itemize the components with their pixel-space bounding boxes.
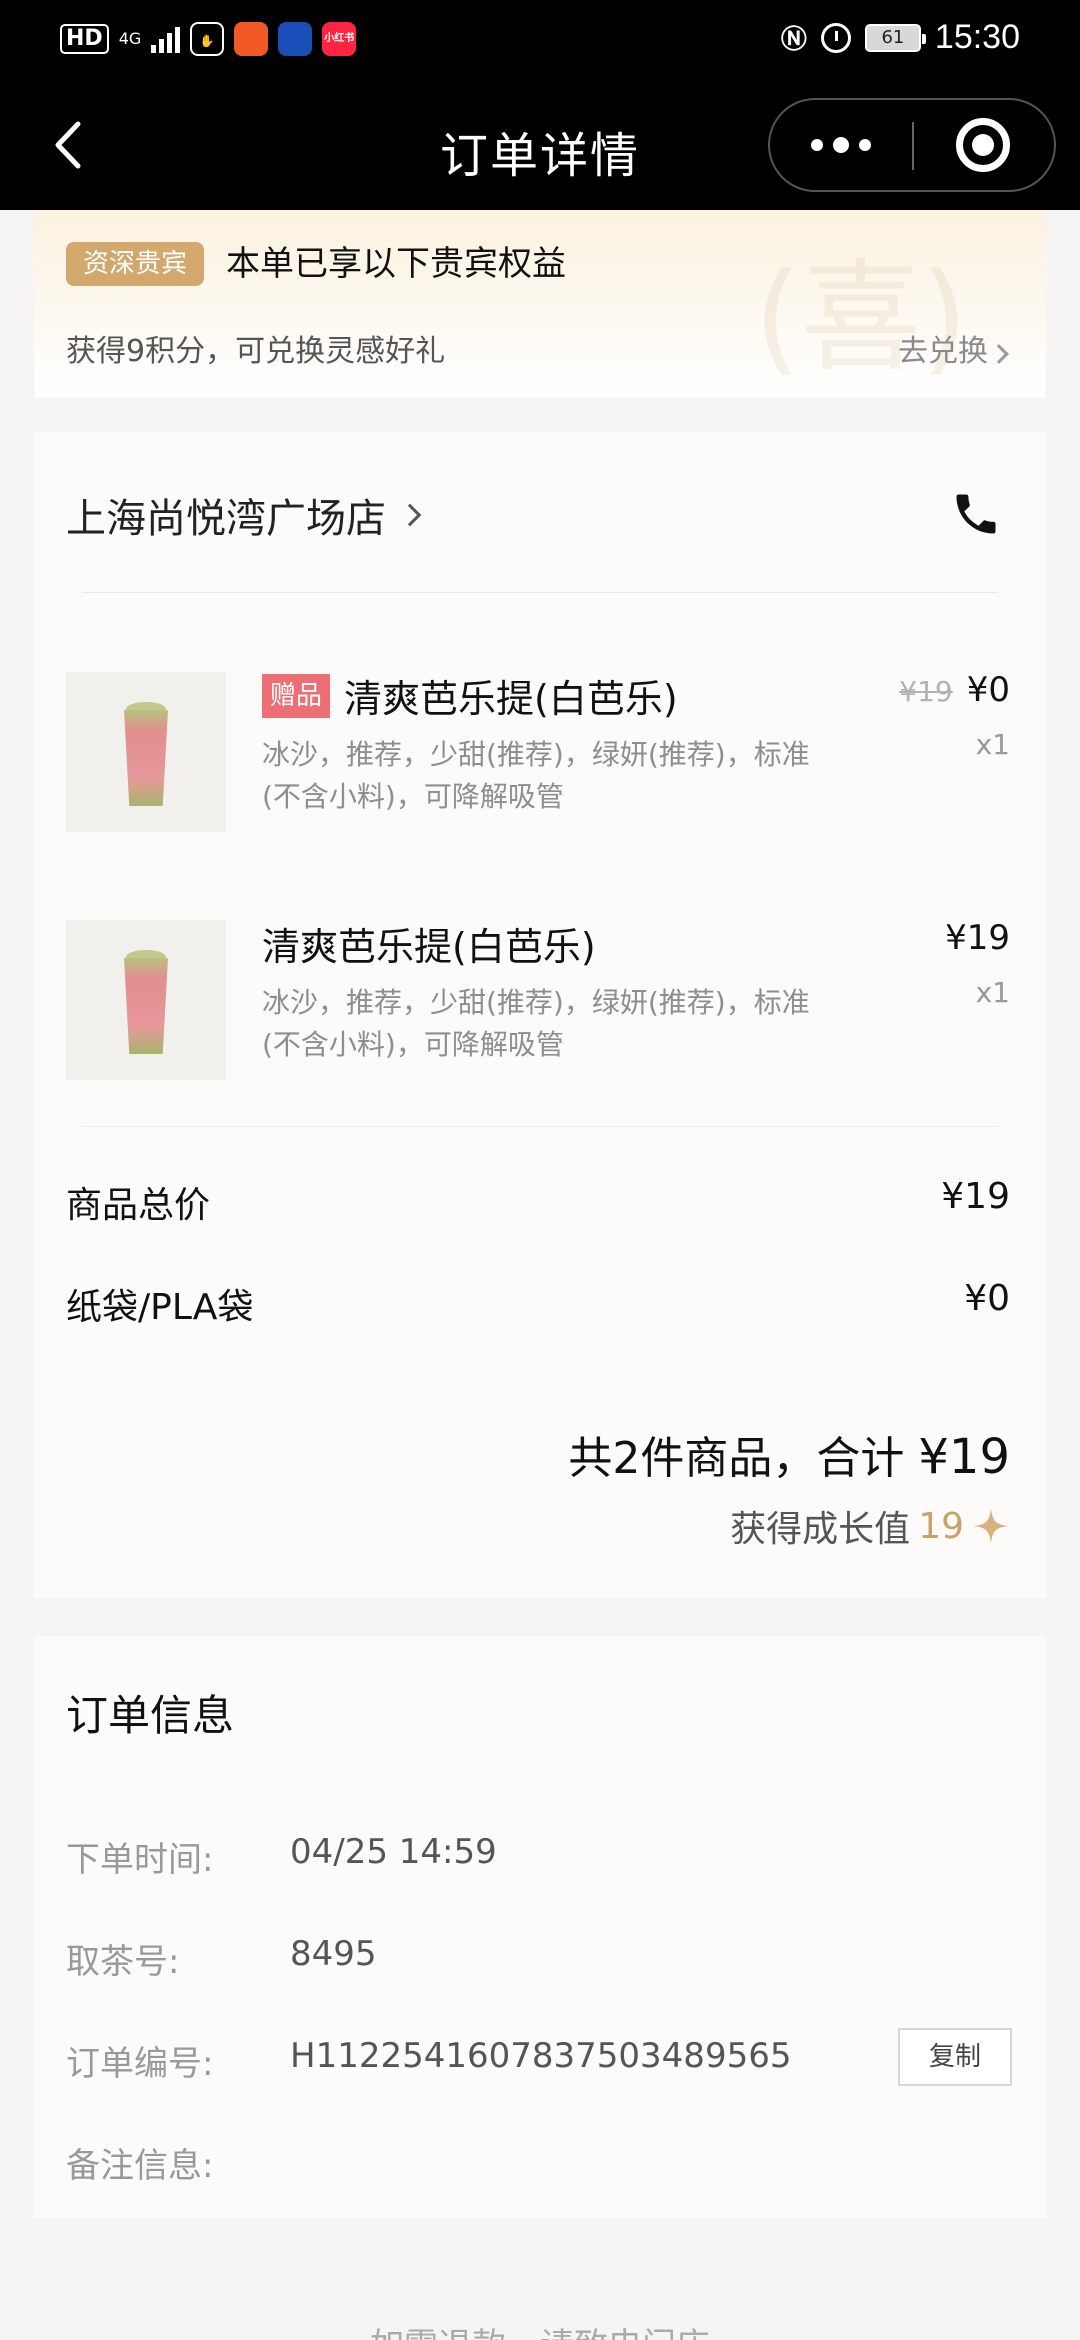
promo-app-icon	[278, 22, 313, 56]
status-left: HD 4G ✋ 小红书	[60, 22, 357, 56]
item-options: 冰沙，推荐，少甜(推荐)，绿妍(推荐)，标准(不含小料)，可降解吸管	[262, 738, 810, 813]
order-id-value: H1122541607837503489565	[290, 2036, 792, 2076]
order-info-card: 订单信息 下单时间: 04/25 14:59 取茶号: 8495 订单编号: H…	[34, 1636, 1046, 2218]
growth-value: 19	[918, 1505, 964, 1547]
item-qty: x1	[975, 976, 1010, 1009]
total-prefix: 共2件商品，合计	[568, 1433, 919, 1484]
network-type: 4G	[118, 29, 142, 48]
xiaohongshu-app-icon: 小红书	[322, 22, 357, 56]
item-title: 清爽芭乐提(白芭乐)	[262, 916, 596, 971]
final-price: ¥19	[945, 918, 1010, 958]
chevron-right-icon	[398, 503, 422, 527]
bag-label: 纸袋/PLA袋	[66, 1287, 254, 1328]
miniprogram-capsule	[768, 98, 1056, 192]
item-qty: x1	[975, 728, 1010, 761]
order-id-label: 订单编号:	[66, 2044, 214, 2084]
growth-points: 获得成长值 19	[730, 1500, 1010, 1552]
remark-label: 备注信息:	[66, 2146, 214, 2186]
subtotal-value: ¥19	[941, 1176, 1010, 1217]
order-time-label: 下单时间:	[66, 1840, 214, 1880]
close-miniprogram-icon[interactable]	[956, 118, 1010, 172]
gift-tag: 赠品	[262, 673, 331, 718]
status-right: Ⓝ 61 15:30	[781, 18, 1020, 57]
item-price: ¥19	[945, 918, 1010, 958]
vip-points-text: 获得9积分，可兑换灵感好礼	[66, 334, 446, 369]
copy-button[interactable]: 复制	[898, 2028, 1012, 2086]
store-name: 上海尚悦湾广场店	[66, 496, 386, 542]
pickup-number-label: 取茶号:	[66, 1942, 180, 1982]
red-app-icon	[234, 22, 269, 56]
clock: 15:30	[934, 18, 1020, 56]
item-options: 冰沙，推荐，少甜(推荐)，绿妍(推荐)，标准(不含小料)，可降解吸管	[262, 986, 810, 1061]
product-image	[66, 920, 226, 1080]
battery-icon: 61	[864, 23, 926, 52]
redeem-link-label: 去兑换	[898, 334, 988, 369]
top-bar: HD 4G ✋ 小红书 Ⓝ 61 15:30 订单详情	[0, 0, 1080, 210]
phone-icon[interactable]	[950, 488, 1002, 540]
pickup-number-row: 取茶号: 8495	[66, 1934, 377, 1983]
divider	[82, 1126, 998, 1127]
status-bar: HD 4G ✋ 小红书 Ⓝ 61 15:30	[0, 0, 1080, 80]
capsule-divider	[912, 122, 914, 170]
order-id-row: 订单编号: H1122541607837503489565	[66, 2036, 791, 2085]
more-icon[interactable]	[770, 100, 912, 190]
total-value: ¥19	[918, 1429, 1010, 1485]
hand-app-icon: ✋	[190, 22, 225, 56]
item-name: 清爽芭乐提(白芭乐)	[262, 925, 596, 969]
order-item: 赠品 清爽芭乐提(白芭乐) 冰沙，推荐，少甜(推荐)，绿妍(推荐)，标准(不含小…	[34, 670, 1046, 842]
order-time-value: 04/25 14:59	[290, 1832, 497, 1872]
item-title: 赠品 清爽芭乐提(白芭乐)	[262, 668, 678, 723]
growth-label: 获得成长值	[730, 1509, 911, 1550]
hd-indicator: HD	[60, 24, 109, 54]
vip-title: 本单已享以下贵宾权益	[226, 244, 566, 284]
item-name: 清爽芭乐提(白芭乐)	[344, 677, 678, 721]
sparkle-icon	[973, 1508, 1009, 1544]
nfc-icon: Ⓝ	[780, 25, 807, 55]
vip-benefit-card: (喜) 资深贵宾 本单已享以下贵宾权益 获得9积分，可兑换灵感好礼 去兑换	[34, 210, 1046, 398]
subtotal-label: 商品总价	[66, 1185, 211, 1226]
refund-hint: 如需退款，请致电门店	[0, 2318, 1080, 2340]
order-total: 共2件商品，合计 ¥19	[568, 1422, 1010, 1486]
store-link[interactable]: 上海尚悦湾广场店	[66, 486, 422, 544]
divider	[82, 592, 998, 593]
pickup-number-value: 8495	[290, 1934, 377, 1974]
remark-row: 备注信息:	[66, 2138, 290, 2187]
product-image	[66, 672, 226, 832]
alarm-icon	[820, 22, 851, 53]
bag-row: 纸袋/PLA袋 ¥0	[66, 1278, 1010, 1330]
nav-bar: 订单详情	[0, 80, 1080, 210]
final-price: ¥0	[966, 670, 1010, 710]
redeem-link[interactable]: 去兑换	[898, 326, 1009, 370]
signal-icon	[151, 25, 181, 53]
chevron-right-icon	[989, 344, 1009, 364]
original-price: ¥19	[899, 675, 953, 708]
order-time-row: 下单时间: 04/25 14:59	[66, 1832, 497, 1881]
subtotal-row: 商品总价 ¥19	[66, 1176, 1010, 1228]
bag-value: ¥0	[964, 1278, 1010, 1319]
vip-badge: 资深贵宾	[66, 242, 204, 286]
order-info-title: 订单信息	[66, 1691, 235, 1740]
store-order-card: 上海尚悦湾广场店 赠品 清爽芭乐提(白芭乐) 冰沙，推荐，少甜(推荐)，绿妍(推…	[34, 432, 1046, 1598]
order-item: 清爽芭乐提(白芭乐) 冰沙，推荐，少甜(推荐)，绿妍(推荐)，标准(不含小料)，…	[34, 918, 1046, 1090]
item-price: ¥19 ¥0	[899, 670, 1010, 710]
